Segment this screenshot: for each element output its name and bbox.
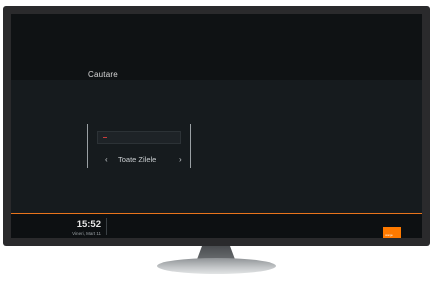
tv-frame: Cautare ‹ Toate Zilele › 15:52 Vineri, M… [3, 6, 430, 246]
search-input[interactable] [97, 131, 181, 144]
clock-date: Vineri, Mart 11 [72, 231, 101, 236]
page-title: Cautare [88, 70, 118, 79]
header-band [11, 14, 422, 80]
search-panel: ‹ Toate Zilele › [87, 124, 191, 168]
tv-stand-base [157, 258, 276, 274]
panel-divider-right [190, 124, 191, 168]
text-cursor [103, 137, 107, 138]
status-divider [106, 218, 107, 235]
clock-time: 15:52 [76, 219, 101, 230]
chevron-left-icon[interactable]: ‹ [105, 155, 108, 164]
orange-logo-icon: orange [383, 227, 401, 238]
day-filter[interactable]: ‹ Toate Zilele › [87, 155, 191, 167]
chevron-right-icon[interactable]: › [179, 155, 182, 164]
brand-logo-text: orange [385, 234, 393, 237]
day-filter-label: Toate Zilele [118, 155, 157, 164]
tv-screen: Cautare ‹ Toate Zilele › 15:52 Vineri, M… [11, 14, 422, 238]
